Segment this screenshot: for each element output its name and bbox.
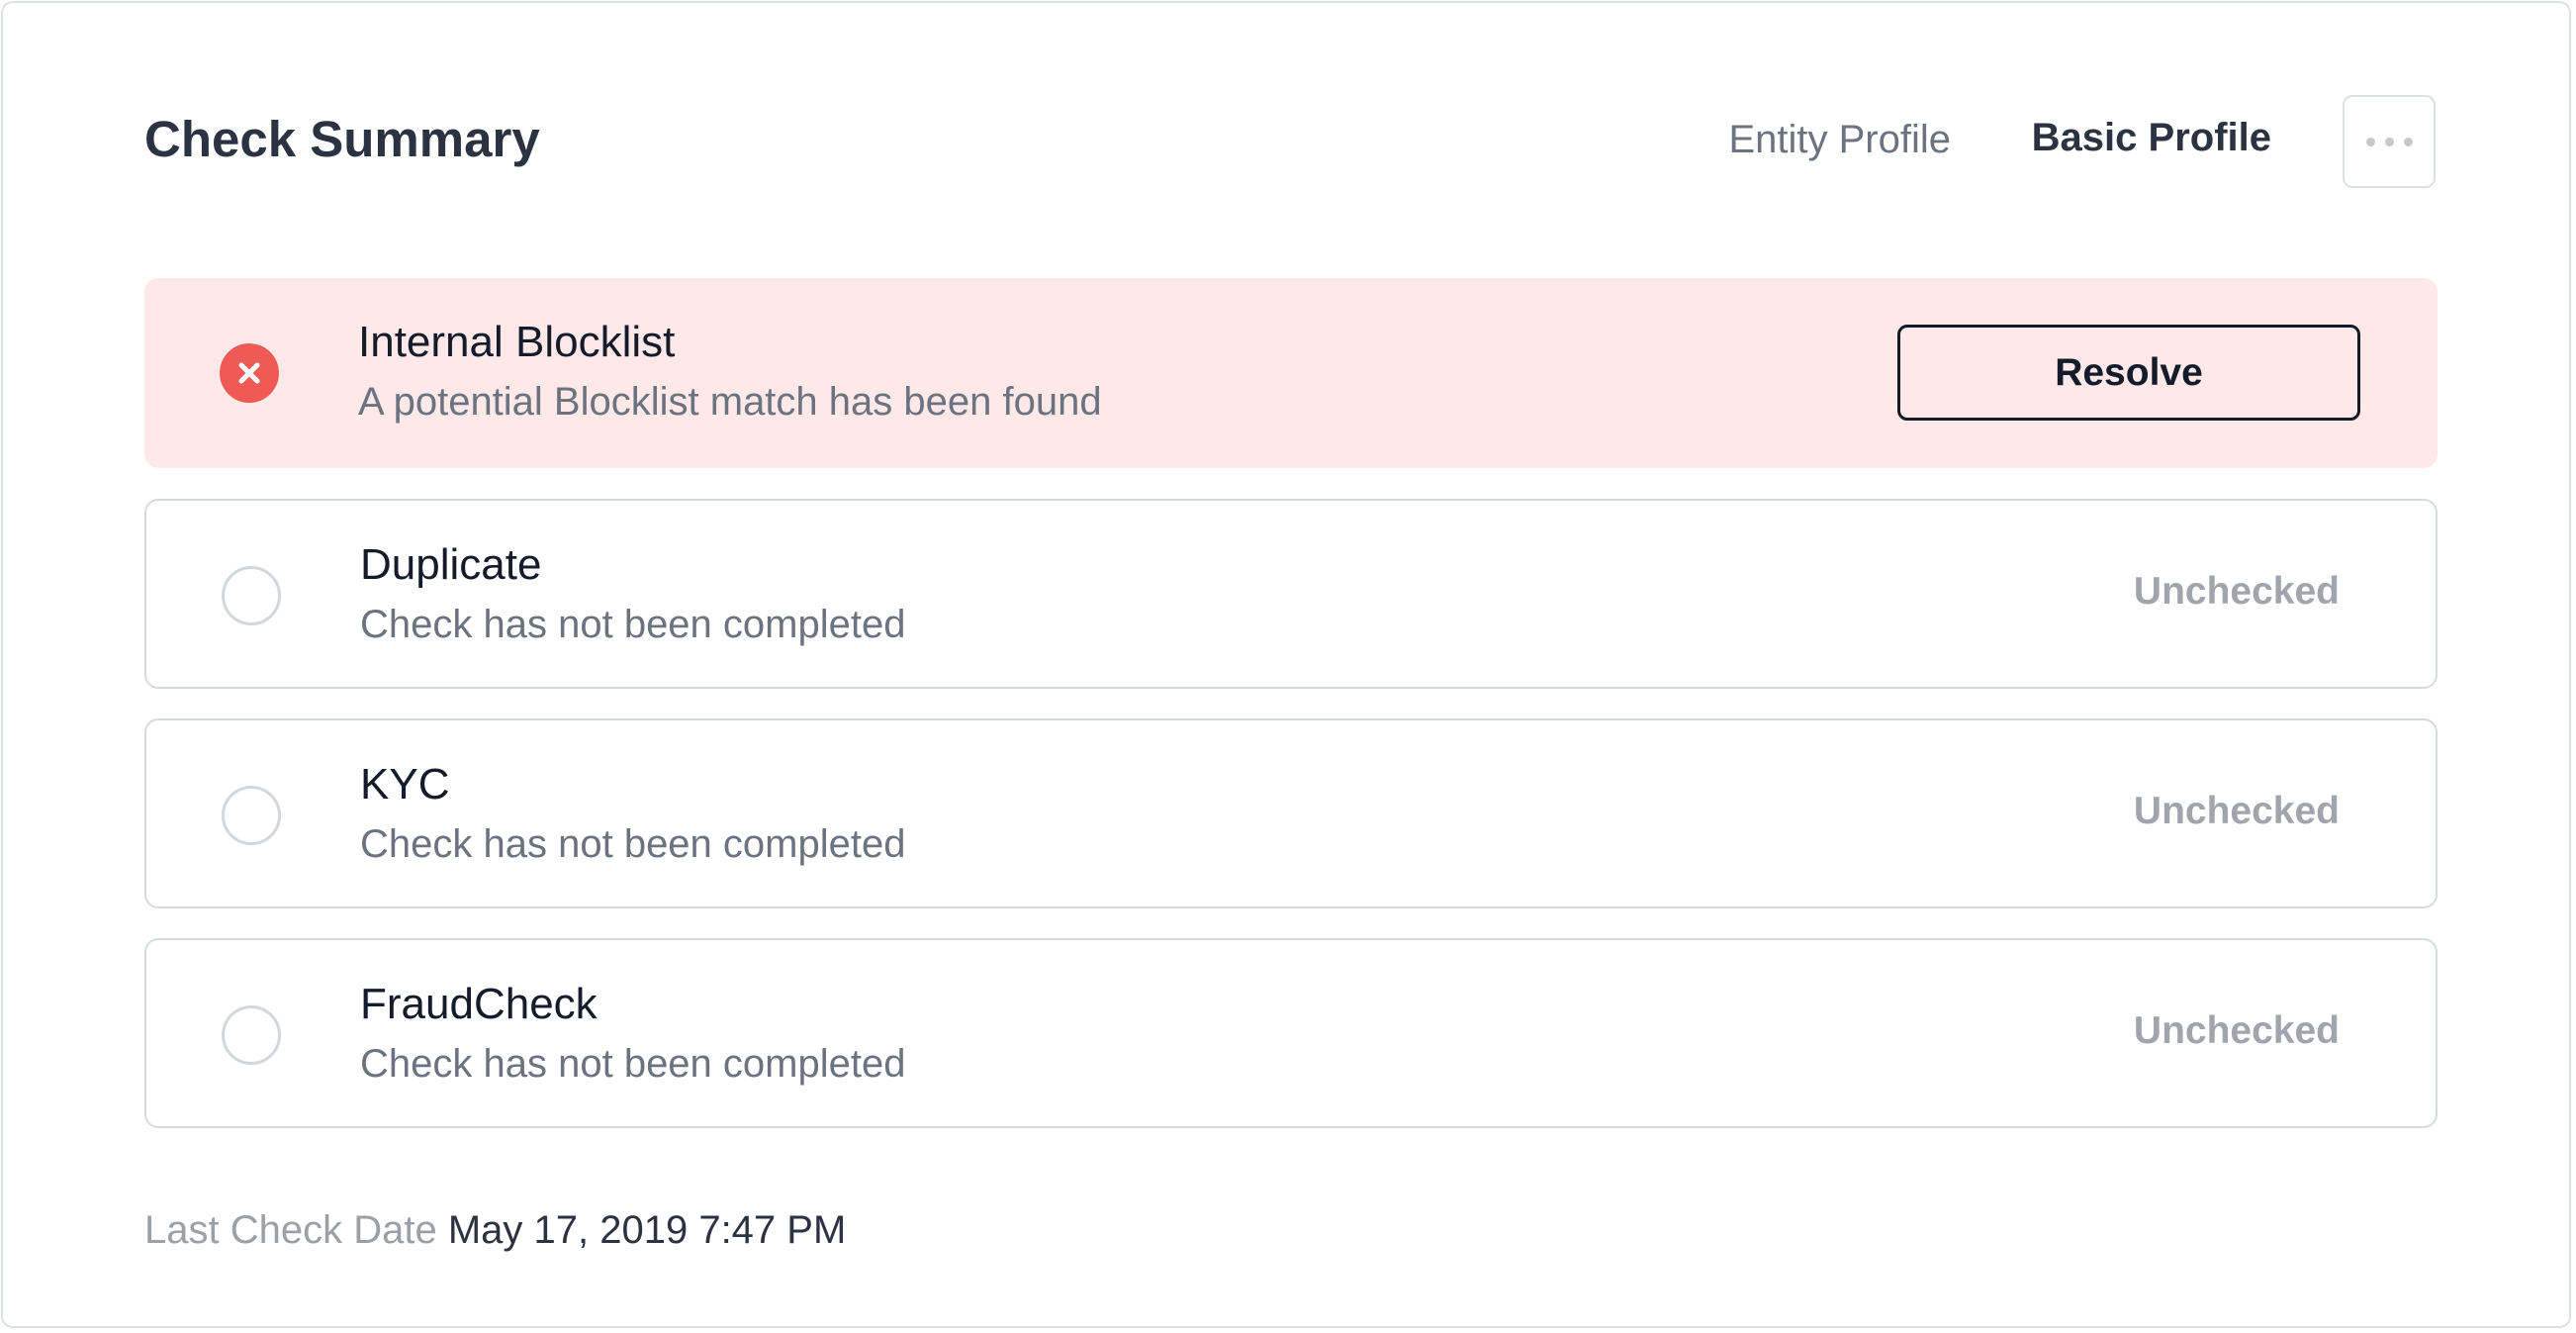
- more-horizontal-icon: [2365, 137, 2375, 146]
- empty-circle-icon: [222, 566, 281, 625]
- more-horizontal-icon-dot: [2403, 137, 2413, 146]
- last-check-date-value: May 17, 2019 7:47 PM: [447, 1208, 847, 1252]
- check-row-duplicate: Duplicate Check has not been completed U…: [144, 499, 2438, 689]
- profile-label: Entity Profile: [1728, 118, 1951, 161]
- check-name: Internal Blocklist: [358, 318, 676, 366]
- check-row-fraudcheck: FraudCheck Check has not been completed …: [144, 938, 2438, 1128]
- empty-circle-icon: [222, 786, 281, 845]
- resolve-button[interactable]: Resolve: [1897, 325, 2360, 421]
- last-check-date: Last Check Date May 17, 2019 7:47 PM: [144, 1208, 846, 1253]
- last-check-date-label: Last Check Date: [144, 1208, 437, 1252]
- status-label: Unchecked: [2133, 570, 2340, 613]
- profile-value: Basic Profile: [2031, 116, 2271, 159]
- check-description: Check has not been completed: [360, 822, 906, 866]
- check-row-internal-blocklist: Internal Blocklist A potential Blocklist…: [144, 278, 2438, 468]
- check-description: A potential Blocklist match has been fou…: [358, 380, 1102, 424]
- status-label: Unchecked: [2133, 1009, 2340, 1052]
- empty-circle-icon: [222, 1005, 281, 1065]
- check-name: FraudCheck: [360, 980, 598, 1028]
- more-horizontal-icon-dot: [2384, 137, 2394, 146]
- check-name: Duplicate: [360, 540, 542, 589]
- check-summary-card: Check Summary Entity Profile Basic Profi…: [1, 1, 2571, 1328]
- check-name: KYC: [360, 760, 450, 809]
- check-description: Check has not been completed: [360, 603, 906, 646]
- check-row-kyc: KYC Check has not been completed Uncheck…: [144, 718, 2438, 908]
- check-description: Check has not been completed: [360, 1042, 906, 1086]
- close-circle-icon: [220, 343, 279, 403]
- status-label: Unchecked: [2133, 790, 2340, 832]
- more-options-button[interactable]: [2343, 95, 2436, 188]
- page-title: Check Summary: [144, 111, 540, 167]
